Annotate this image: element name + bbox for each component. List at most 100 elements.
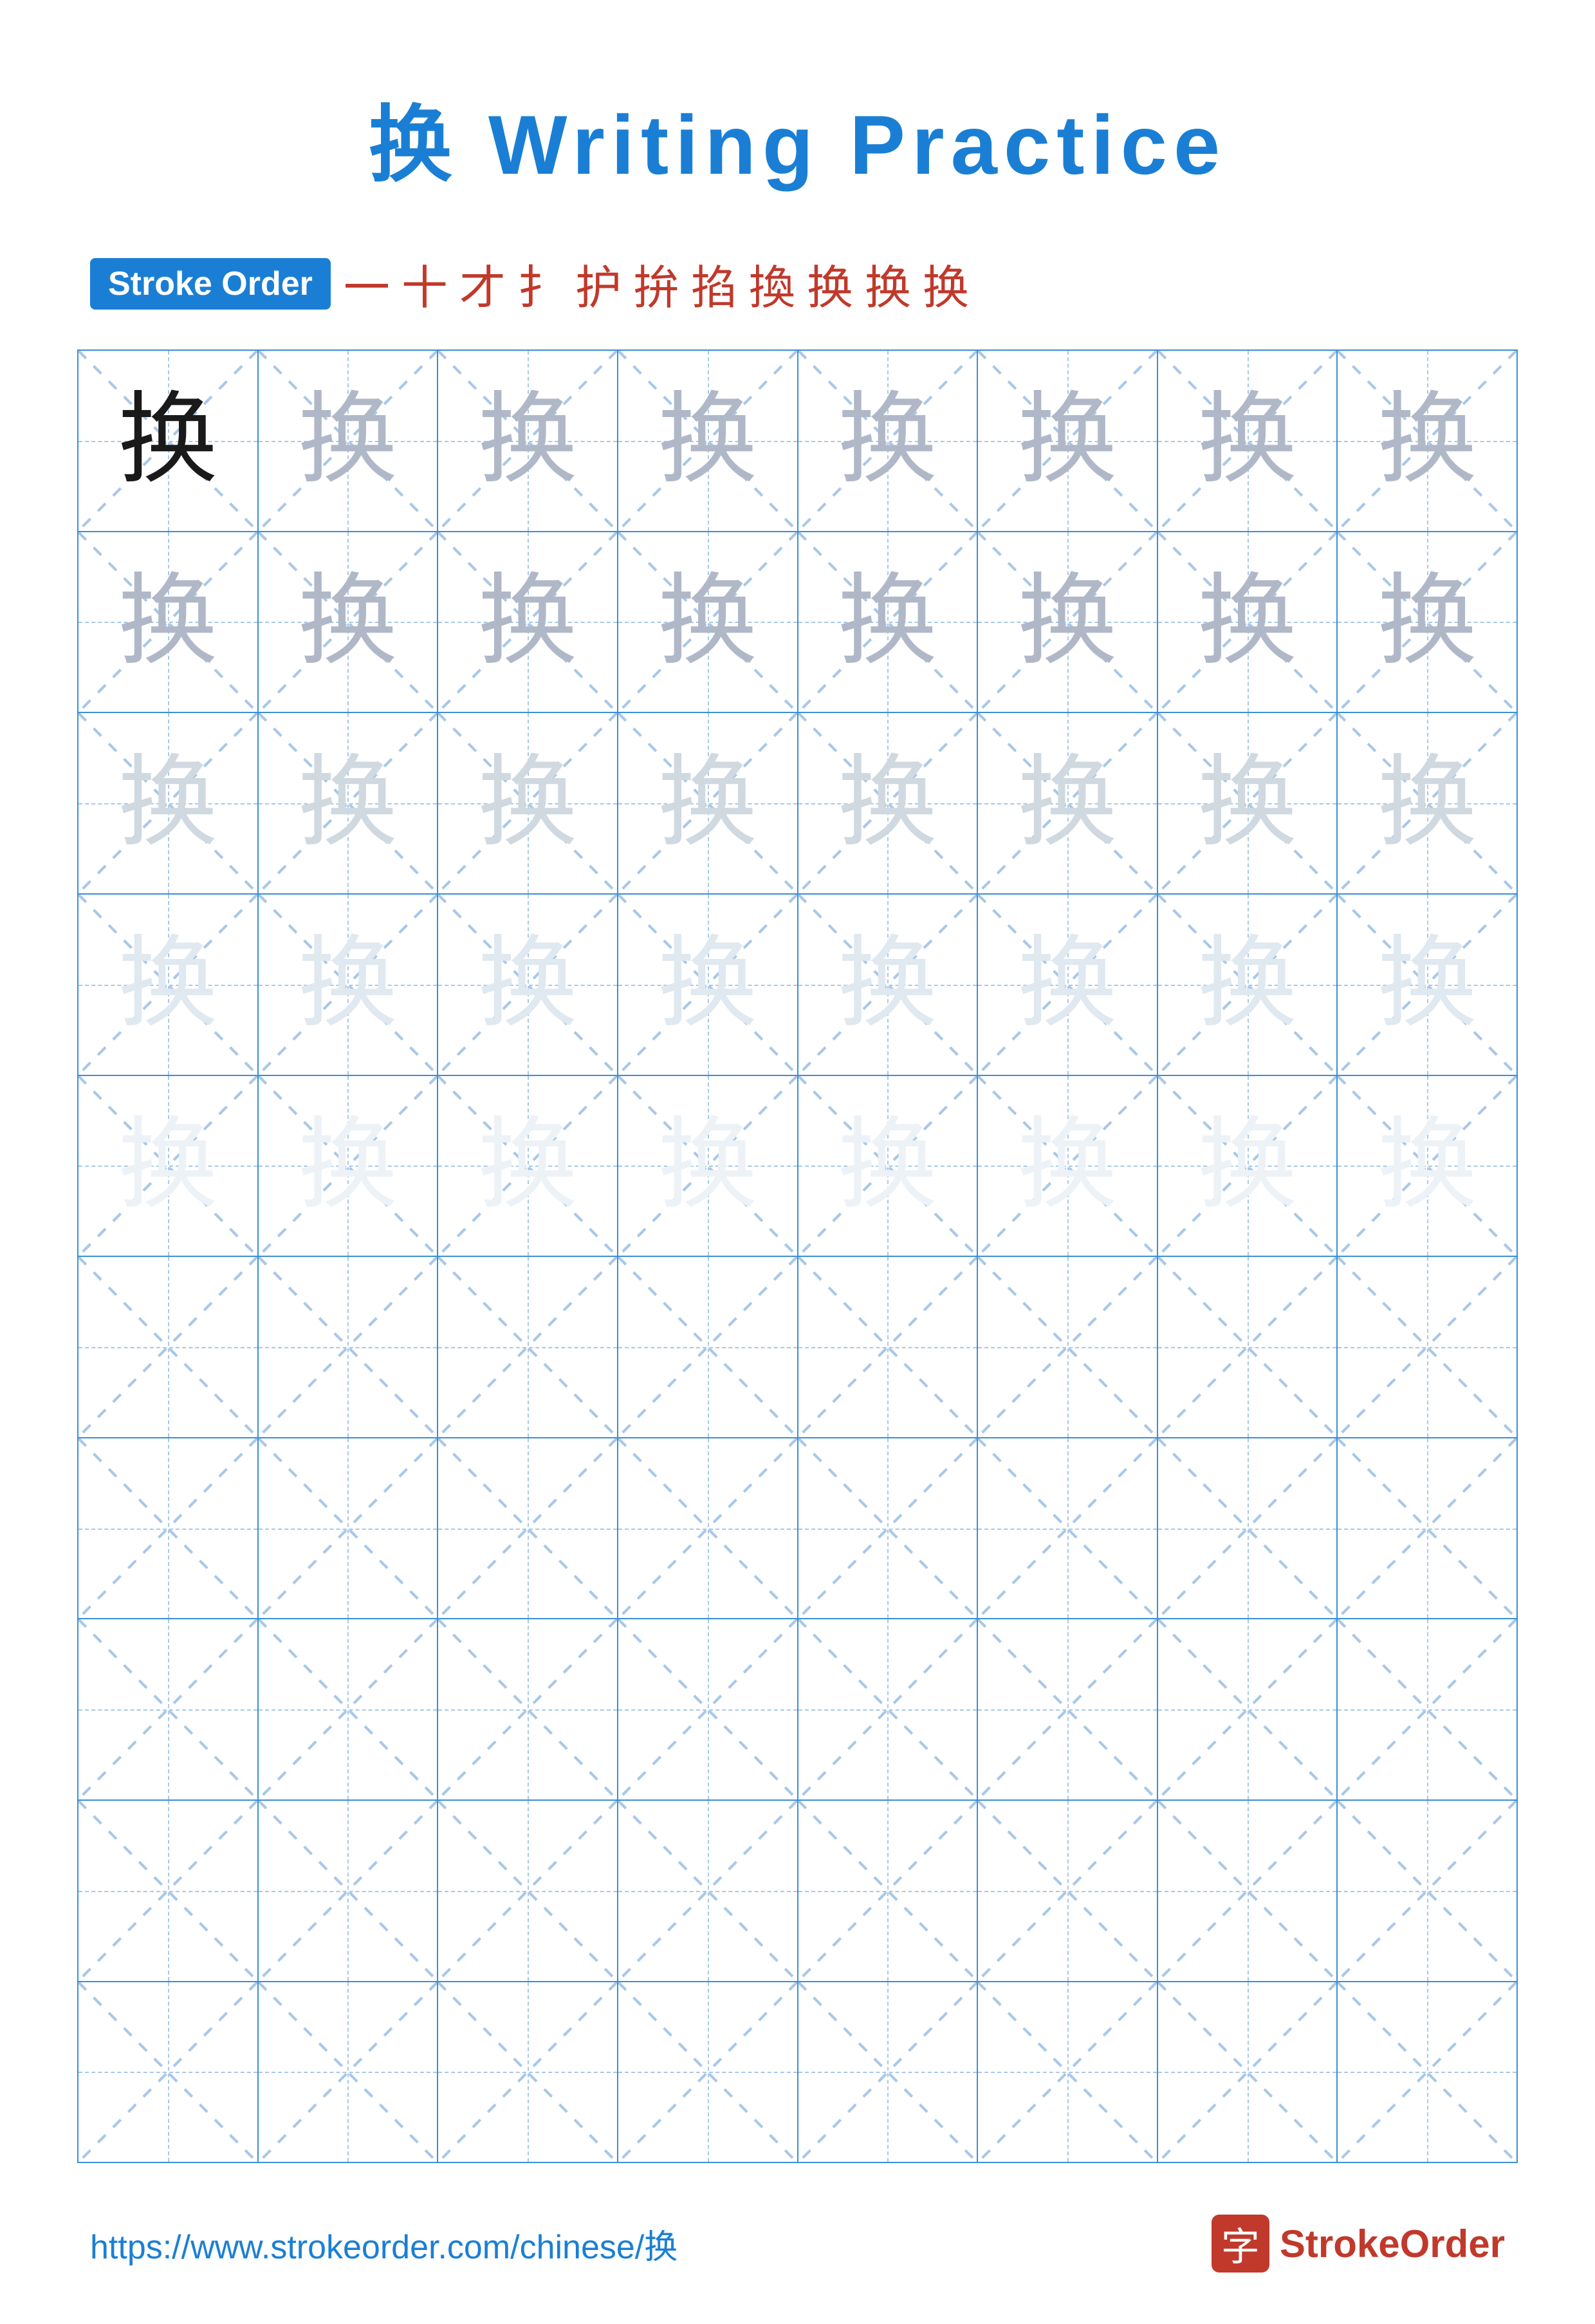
footer-url-link[interactable]: https://www.strokeorder.com/chinese/换 xyxy=(90,2220,678,2268)
grid-cell[interactable] xyxy=(1158,1801,1338,1981)
grid-cell[interactable] xyxy=(259,1801,439,1981)
grid-cell[interactable]: 换 xyxy=(1158,532,1338,712)
grid-cell[interactable]: 换 xyxy=(798,895,979,1075)
grid-cell[interactable] xyxy=(1338,1257,1517,1437)
practice-char: 换 xyxy=(1017,1116,1117,1216)
grid-cell[interactable]: 换 xyxy=(618,532,798,712)
grid-cell[interactable]: 换 xyxy=(259,351,439,531)
practice-char: 换 xyxy=(1378,572,1477,672)
grid-cell[interactable]: 换 xyxy=(978,532,1158,712)
page: 换 Writing Practice Stroke Order 一 十 才 扌 … xyxy=(0,0,1595,2324)
grid-cell[interactable]: 换 xyxy=(618,713,798,893)
stroke-11: 换 xyxy=(923,250,969,317)
grid-cell[interactable]: 换 xyxy=(78,532,259,712)
grid-cell[interactable] xyxy=(978,1982,1158,2162)
grid-cell[interactable]: 换 xyxy=(259,1076,439,1256)
grid-cell[interactable] xyxy=(1158,1619,1338,1799)
practice-char: 换 xyxy=(838,572,937,672)
grid-cell[interactable]: 换 xyxy=(1158,351,1338,531)
grid-cell[interactable] xyxy=(618,1801,798,1981)
grid-cell[interactable]: 换 xyxy=(798,532,979,712)
practice-char: 换 xyxy=(478,754,578,853)
grid-cell[interactable]: 换 xyxy=(259,713,439,893)
grid-cell[interactable]: 换 xyxy=(259,895,439,1075)
grid-cell[interactable]: 换 xyxy=(798,1076,979,1256)
grid-cell[interactable]: 换 xyxy=(978,351,1158,531)
grid-cell[interactable] xyxy=(618,1438,798,1619)
grid-cell[interactable] xyxy=(259,1982,439,2162)
grid-cell[interactable] xyxy=(1338,1801,1517,1981)
grid-cell[interactable]: 换 xyxy=(78,713,259,893)
practice-char: 换 xyxy=(1017,754,1117,853)
practice-char: 换 xyxy=(1378,1116,1477,1216)
grid-cell[interactable] xyxy=(1158,1982,1338,2162)
grid-cell[interactable]: 换 xyxy=(618,1076,798,1256)
footer-logo: 字 StrokeOrder xyxy=(1212,2215,1505,2273)
grid-cell[interactable] xyxy=(259,1438,439,1619)
grid-row-7 xyxy=(78,1438,1517,1620)
grid-cell[interactable]: 换 xyxy=(978,1076,1158,1256)
grid-cell[interactable] xyxy=(618,1257,798,1437)
grid-cell[interactable]: 换 xyxy=(1338,1076,1517,1256)
practice-char: 换 xyxy=(478,934,578,1034)
grid-cell[interactable] xyxy=(798,1801,979,1981)
footer-logo-text: StrokeOrder xyxy=(1280,2222,1505,2266)
grid-cell[interactable] xyxy=(978,1619,1158,1799)
practice-grid[interactable]: 换 换 换 xyxy=(77,349,1518,2163)
grid-cell[interactable]: 换 xyxy=(1338,895,1517,1075)
grid-cell[interactable]: 换 xyxy=(1338,351,1517,531)
grid-cell[interactable] xyxy=(1158,1438,1338,1619)
grid-cell[interactable] xyxy=(78,1619,259,1799)
grid-cell[interactable] xyxy=(78,1982,259,2162)
grid-cell[interactable]: 换 xyxy=(618,895,798,1075)
grid-cell[interactable]: 换 xyxy=(438,351,618,531)
grid-cell[interactable] xyxy=(259,1619,439,1799)
grid-cell[interactable] xyxy=(1338,1619,1517,1799)
grid-cell[interactable]: 换 xyxy=(438,1076,618,1256)
grid-cell[interactable] xyxy=(438,1619,618,1799)
grid-cell[interactable] xyxy=(798,1619,979,1799)
grid-cell[interactable] xyxy=(438,1801,618,1981)
grid-cell[interactable]: 换 xyxy=(438,713,618,893)
grid-cell[interactable]: 换 xyxy=(438,532,618,712)
grid-cell[interactable] xyxy=(618,1619,798,1799)
grid-cell[interactable] xyxy=(798,1438,979,1619)
grid-cell[interactable] xyxy=(978,1438,1158,1619)
grid-cell[interactable] xyxy=(978,1801,1158,1981)
grid-cell[interactable]: 换 xyxy=(798,713,979,893)
grid-cell[interactable] xyxy=(1338,1438,1517,1619)
grid-cell[interactable]: 换 xyxy=(1338,713,1517,893)
practice-char: 换 xyxy=(838,1116,937,1216)
title-character: 换 xyxy=(369,98,459,192)
grid-cell[interactable]: 换 xyxy=(78,895,259,1075)
grid-cell[interactable]: 换 xyxy=(1158,713,1338,893)
grid-cell[interactable] xyxy=(798,1257,979,1437)
grid-cell[interactable]: 换 xyxy=(78,351,259,531)
grid-cell[interactable]: 换 xyxy=(978,713,1158,893)
grid-cell[interactable] xyxy=(438,1982,618,2162)
grid-cell[interactable]: 换 xyxy=(798,351,979,531)
grid-cell[interactable]: 换 xyxy=(618,351,798,531)
grid-cell[interactable] xyxy=(798,1982,979,2162)
grid-cell[interactable]: 换 xyxy=(1158,1076,1338,1256)
grid-cell[interactable] xyxy=(438,1438,618,1619)
grid-cell[interactable] xyxy=(978,1257,1158,1437)
grid-cell[interactable]: 换 xyxy=(78,1076,259,1256)
grid-cell[interactable]: 换 xyxy=(1338,532,1517,712)
stroke-5: 护 xyxy=(575,250,622,317)
grid-cell[interactable] xyxy=(618,1982,798,2162)
stroke-1: 一 xyxy=(344,250,390,317)
grid-cell[interactable]: 换 xyxy=(438,895,618,1075)
grid-cell[interactable] xyxy=(438,1257,618,1437)
stroke-6: 拚 xyxy=(633,250,679,317)
practice-char: 换 xyxy=(478,391,578,490)
grid-cell[interactable] xyxy=(1338,1982,1517,2162)
grid-cell[interactable] xyxy=(1158,1257,1338,1437)
grid-cell[interactable]: 换 xyxy=(978,895,1158,1075)
grid-cell[interactable]: 换 xyxy=(259,532,439,712)
grid-cell[interactable] xyxy=(78,1257,259,1437)
grid-cell[interactable] xyxy=(259,1257,439,1437)
grid-cell[interactable]: 换 xyxy=(1158,895,1338,1075)
grid-cell[interactable] xyxy=(78,1801,259,1981)
grid-cell[interactable] xyxy=(78,1438,259,1619)
